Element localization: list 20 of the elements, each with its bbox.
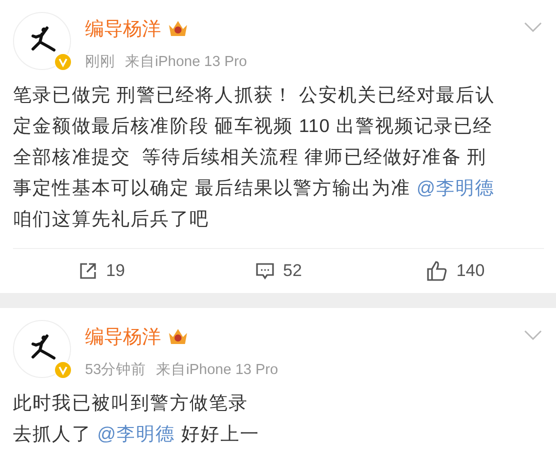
crown-icon (167, 19, 189, 39)
verified-badge-icon (54, 53, 72, 71)
post-source: 来自iPhone 13 Pro (156, 361, 278, 379)
post-text: 此时我已被叫到警方做笔录 去抓人了 @李明德 好好上一 (13, 391, 260, 446)
author-name[interactable]: 编导杨洋 (85, 324, 161, 350)
post-source: 来自iPhone 13 Pro (125, 53, 247, 71)
author-name[interactable]: 编导杨洋 (85, 16, 161, 42)
post-text: 笔录已做完 刑警已经将人抓获！ 公安机关已经对最后认 定金额做最后核准阶段 砸车视频 110 出警视频记录已经 全部核准提交 等待后续相关流程 律师已经做好准备 刑 事定性基本可以确定 最后结果以警方输出为准 @李明德 咱们这算先礼后兵了吧 (13, 83, 496, 231)
thumbs-up-icon (426, 260, 448, 282)
mention-link[interactable]: @李明德 (416, 177, 495, 198)
post-time: 刚刚 (85, 53, 115, 71)
crown-icon (167, 327, 189, 347)
post-time: 53分钟前 (85, 361, 146, 379)
comment-icon (255, 261, 276, 281)
like-button[interactable]: 140 (426, 260, 485, 282)
mention-link[interactable]: @李明德 (97, 423, 176, 444)
share-icon (78, 261, 98, 281)
comment-button[interactable]: 52 (255, 261, 302, 281)
verified-badge-icon (54, 361, 72, 379)
repost-button[interactable]: 19 (78, 261, 125, 281)
